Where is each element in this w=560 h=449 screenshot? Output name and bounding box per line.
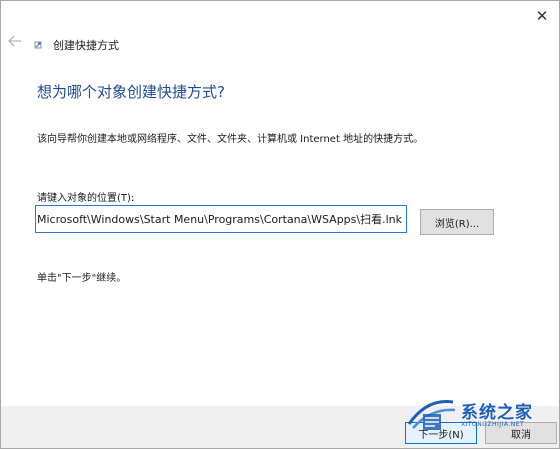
- shortcut-app-icon: [34, 41, 42, 49]
- create-shortcut-window: ✕ 创建快捷方式 想为哪个对象创建快捷方式? 该向导帮你创建本地或网络程序、文件…: [0, 0, 560, 449]
- close-button[interactable]: ✕: [525, 1, 559, 31]
- cancel-button[interactable]: 取消: [485, 422, 557, 444]
- location-input[interactable]: Microsoft\Windows\Start Menu\Programs\Co…: [35, 205, 407, 233]
- next-button[interactable]: 下一步(N): [405, 422, 477, 444]
- window-title: 创建快捷方式: [53, 39, 119, 52]
- page-heading: 想为哪个对象创建快捷方式?: [37, 83, 225, 101]
- location-label: 请键入对象的位置(T):: [37, 193, 135, 204]
- close-icon: ✕: [535, 7, 549, 25]
- continue-hint: 单击"下一步"继续。: [37, 273, 127, 284]
- wizard-description: 该向导帮你创建本地或网络程序、文件、文件夹、计算机或 Internet 地址的快…: [37, 134, 424, 145]
- back-button[interactable]: [7, 33, 23, 49]
- back-arrow-icon: [8, 35, 21, 47]
- browse-button[interactable]: 浏览(R)...: [420, 209, 494, 235]
- location-input-value: Microsoft\Windows\Start Menu\Programs\Co…: [37, 213, 402, 226]
